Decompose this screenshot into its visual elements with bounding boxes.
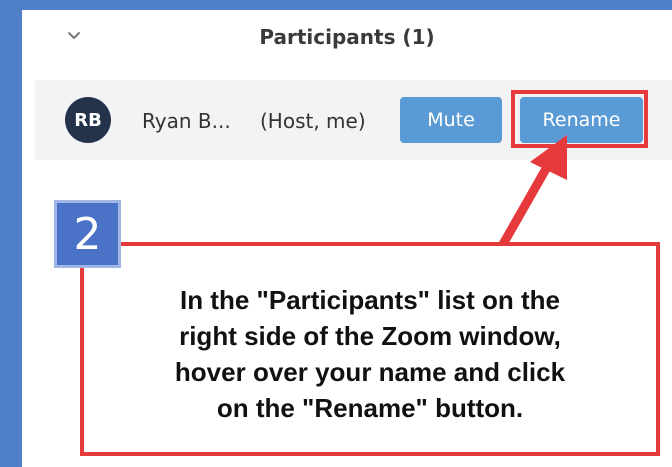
instruction-line: In the "Participants" list on the — [179, 285, 561, 315]
participant-role: (Host, me) — [260, 109, 366, 133]
mute-button[interactable]: Mute — [400, 97, 502, 143]
step-badge: 2 — [54, 200, 121, 268]
zoom-participants-panel: Participants (1) RB Ryan B... (Host, me)… — [22, 10, 672, 467]
rename-button[interactable]: Rename — [520, 97, 643, 143]
instruction-line: right side of the Zoom window, — [179, 321, 561, 351]
participant-row[interactable]: RB Ryan B... (Host, me) Mute Rename — [35, 80, 672, 160]
participant-name: Ryan B... — [142, 109, 231, 133]
instruction-line: hover over your name and click — [174, 357, 566, 387]
avatar: RB — [65, 97, 111, 143]
instruction-text: In the "Participants" list on the right … — [104, 282, 636, 426]
instruction-line: on the "Rename" button. — [216, 393, 524, 423]
panel-title: Participants (1) — [259, 25, 435, 49]
panel-header: Participants (1) — [22, 10, 672, 65]
instruction-callout: In the "Participants" list on the right … — [80, 242, 660, 456]
